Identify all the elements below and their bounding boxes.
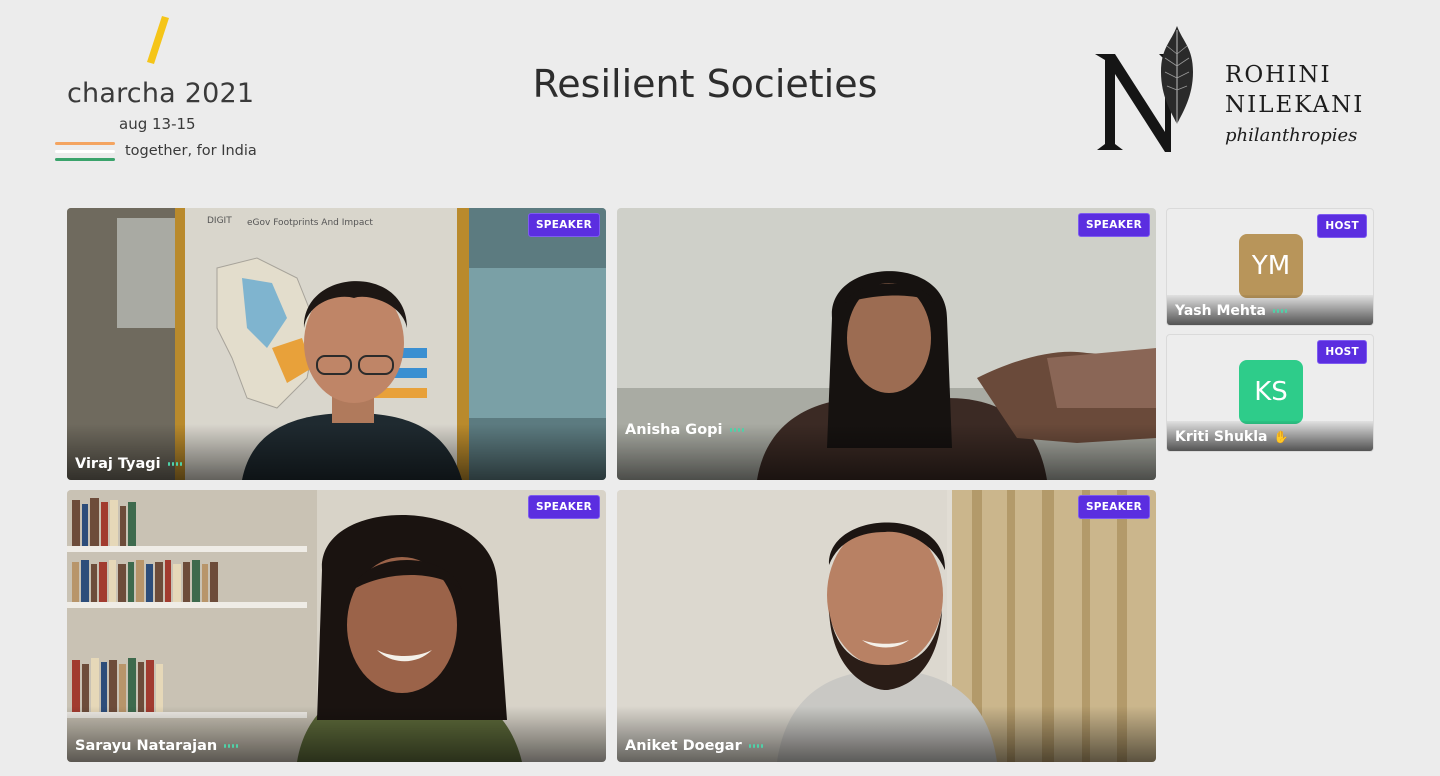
host-badge: HOST (1317, 340, 1367, 364)
avatar: KS (1239, 360, 1303, 424)
organizer-name-line-2: NILEKANI (1225, 92, 1365, 118)
host-badge: HOST (1317, 214, 1367, 238)
event-dates: aug 13-15 (119, 115, 196, 133)
host-tile-yash-mehta[interactable]: YM HOST Yash Mehta (1166, 208, 1374, 326)
participant-name-row: Anisha Gopi (625, 422, 744, 438)
mic-activity-icon (748, 744, 763, 748)
backdrop-poster-title: eGov Footprints And Impact (247, 218, 373, 228)
participant-name-row: Sarayu Natarajan (75, 738, 239, 754)
speaker-tile-sarayu-natarajan[interactable]: SPEAKER Sarayu Natarajan (67, 490, 606, 762)
flag-stripes (55, 142, 115, 170)
mic-activity-icon (1273, 309, 1288, 313)
participant-name: Yash Mehta (1175, 303, 1267, 319)
speaker-badge: SPEAKER (527, 213, 600, 237)
mic-activity-icon (167, 462, 182, 466)
name-gradient: Kriti Shukla ✋ (1167, 421, 1373, 451)
participant-name: Anisha Gopi (625, 422, 723, 438)
speaker-tile-viraj-tyagi[interactable]: SPEAKER DIGIT eGov Footprints And Impact… (67, 208, 606, 480)
participant-name-row: Viraj Tyagi (75, 456, 182, 472)
participant-name: Aniket Doegar (625, 738, 742, 754)
speaker-tile-aniket-doegar[interactable]: SPEAKER Aniket Doegar (617, 490, 1156, 762)
organizer-name-line-3: philanthropies (1225, 125, 1358, 146)
event-logo: charcha 2021 aug 13-15 together, for Ind… (52, 8, 282, 168)
participant-name-row: Kriti Shukla ✋ (1175, 429, 1288, 445)
participant-name-row: Yash Mehta (1175, 303, 1288, 319)
event-tagline: together, for India (125, 143, 257, 159)
raised-hand-icon: ✋ (1273, 430, 1289, 444)
backdrop-label: DIGIT (207, 216, 232, 226)
event-slash-mark (147, 16, 169, 64)
name-gradient: Yash Mehta (1167, 295, 1373, 325)
organizer-name-line-1: ROHINI (1225, 62, 1332, 88)
participant-name: Viraj Tyagi (75, 456, 161, 472)
speaker-tile-anisha-gopi[interactable]: SPEAKER Anisha Gopi (617, 208, 1156, 480)
mic-activity-icon (729, 428, 744, 432)
speaker-badge: SPEAKER (527, 495, 600, 519)
event-name: charcha 2021 (67, 78, 255, 109)
speaker-badge: SPEAKER (1077, 213, 1150, 237)
session-title: Resilient Societies (532, 62, 878, 106)
mic-activity-icon (224, 744, 239, 748)
leaf-n-logo-icon (1095, 26, 1193, 152)
speaker-badge: SPEAKER (1077, 495, 1150, 519)
avatar: YM (1239, 234, 1303, 298)
participant-name: Sarayu Natarajan (75, 738, 218, 754)
participant-name-row: Aniket Doegar (625, 738, 763, 754)
organizer-logo: ROHINI NILEKANI philanthropies (1085, 20, 1405, 160)
participant-name: Kriti Shukla (1175, 429, 1268, 445)
host-tile-kriti-shukla[interactable]: KS HOST Kriti Shukla ✋ (1166, 334, 1374, 452)
